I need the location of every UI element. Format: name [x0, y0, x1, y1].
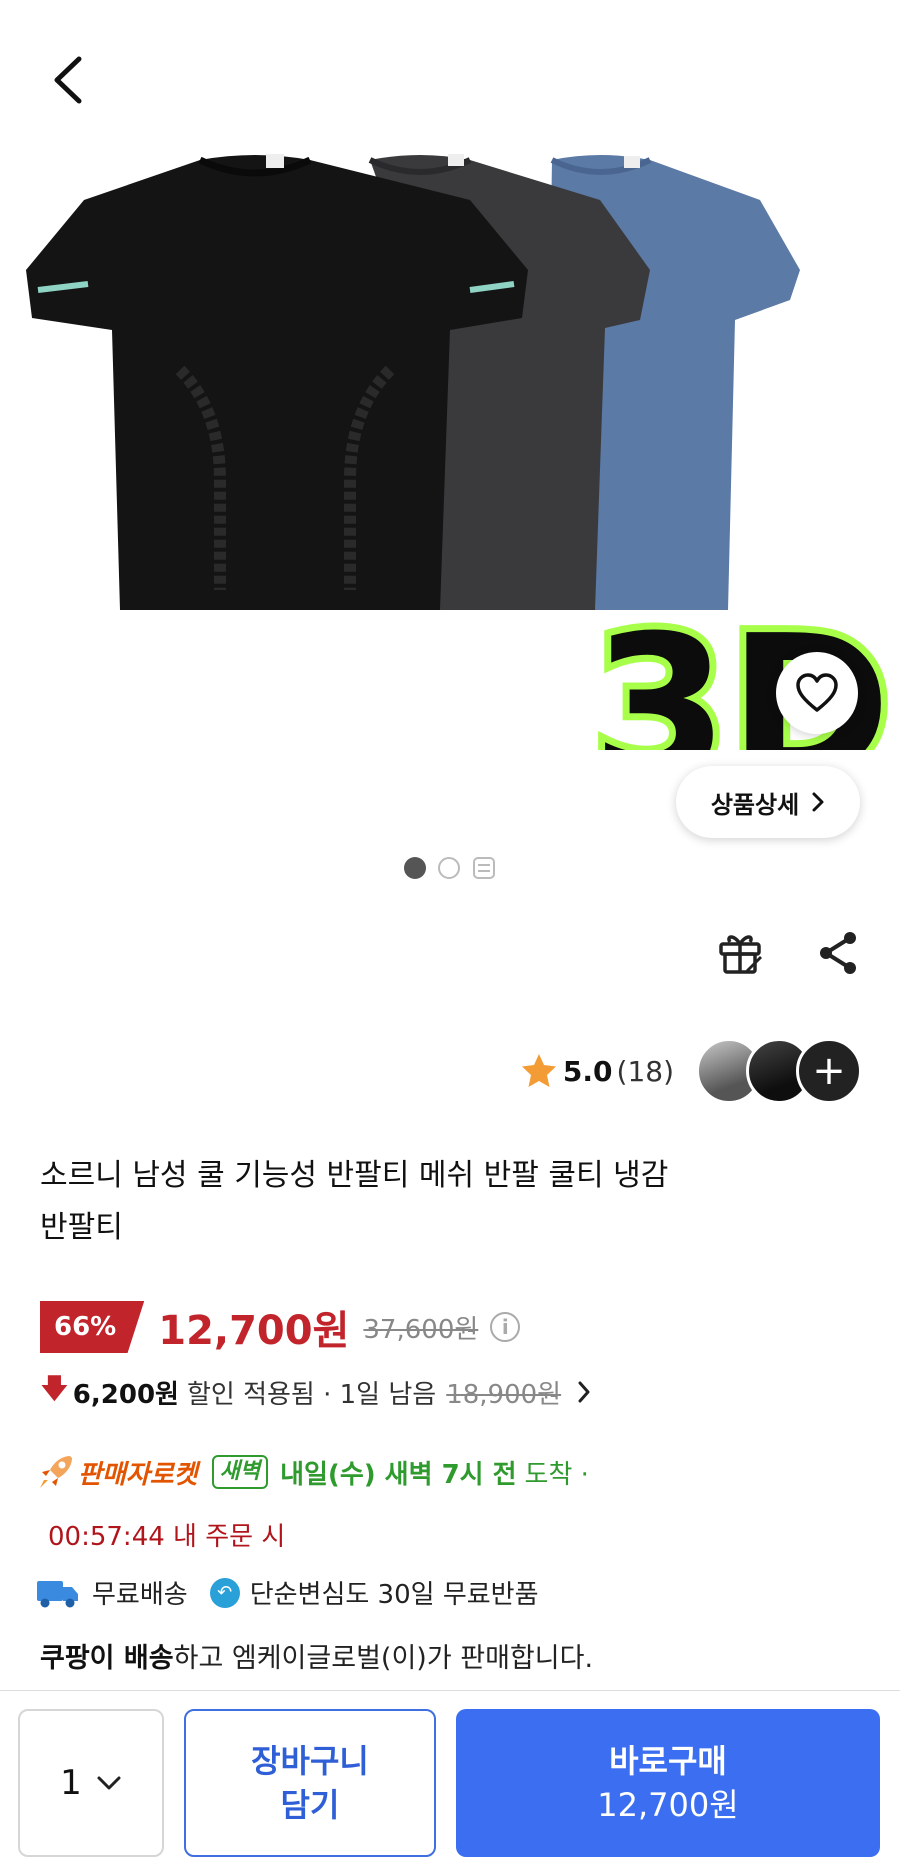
info-icon[interactable]: i [490, 1312, 521, 1342]
price-row: 66% 12,700원 37,600원 i [40, 1298, 521, 1356]
more-photos-button[interactable]: + [796, 1038, 862, 1104]
purchase-bar: 1 장바구니 담기 바로구매 12,700원 [0, 1690, 900, 1874]
add-to-cart-button[interactable]: 장바구니 담기 [184, 1709, 436, 1857]
return-icon: ↶ [209, 1577, 240, 1608]
review-photos[interactable]: + [696, 1038, 862, 1104]
arrow-down-icon: 🡇 [40, 1372, 69, 1405]
dawn-badge: 새벽 [211, 1455, 269, 1489]
gift-icon[interactable] [716, 930, 764, 976]
heart-icon [796, 673, 838, 712]
shipping-info: 무료배송 ↶ 단순변심도 30일 무료반품 [36, 1574, 539, 1611]
extra-discount-text: 할인 적용됨 · 1일 남음 [186, 1379, 437, 1410]
product-title: 소르니 남성 쿨 기능성 반팔티 메쉬 반팔 쿨티 냉감 반팔티 [40, 1150, 860, 1254]
product-detail-label: 상품상세 [710, 790, 800, 819]
grid-icon[interactable] [472, 856, 496, 880]
chevron-left-icon [54, 56, 82, 104]
pre-discount-price: 18,900원 [446, 1379, 562, 1410]
cart-label: 장바구니 [251, 1742, 369, 1780]
buy-label: 바로구매 [609, 1742, 727, 1780]
rocket-label: 판매자로켓 [78, 1459, 198, 1490]
share-icon[interactable] [816, 930, 860, 976]
order-timer: 00:57:44 내 주문 시 [48, 1522, 286, 1552]
gallery-pagination [0, 856, 900, 880]
arrival-suffix: 도착 · [524, 1459, 589, 1490]
delivery-info: 판매자로켓 새벽 내일(수) 새벽 7시 전 도착 · [36, 1452, 589, 1492]
truck-icon [37, 1580, 78, 1607]
page-dot[interactable] [438, 857, 460, 879]
free-shipping: 무료배송 [92, 1580, 188, 1610]
arrival-time: 내일(수) 새벽 7시 전 [280, 1459, 517, 1490]
wishlist-button[interactable] [776, 652, 858, 734]
plus-icon: + [812, 1048, 846, 1094]
chevron-right-icon [578, 1381, 590, 1403]
product-image: 3D 3D [26, 154, 898, 750]
chevron-right-icon [812, 792, 824, 812]
quantity-select[interactable]: 1 [18, 1709, 164, 1857]
return-policy: 단순변심도 30일 무료반품 [249, 1580, 539, 1610]
extra-discount-amount: 6,200원 [72, 1379, 179, 1410]
extra-discount-row[interactable]: 🡇 6,200원 할인 적용됨 · 1일 남음 18,900원 [40, 1368, 591, 1416]
page-dot-active[interactable] [404, 857, 426, 879]
back-button[interactable] [40, 52, 96, 108]
rating-score: 5.0 [562, 1054, 613, 1088]
rating-summary[interactable]: 5.0 (18) + [519, 1038, 862, 1104]
product-actions [716, 930, 860, 976]
rocket-icon [40, 1456, 72, 1488]
quantity-value: 1 [60, 1763, 82, 1803]
seller-text: 하고 엠케이글로벌(이)가 판매합니다. [173, 1643, 594, 1674]
product-detail-button[interactable]: 상품상세 [676, 766, 860, 838]
cart-label: 담기 [280, 1786, 340, 1824]
original-price: 37,600원 [363, 1314, 479, 1345]
star-icon [521, 1054, 556, 1087]
discount-badge: 66% [40, 1301, 145, 1353]
product-gallery[interactable]: 3D 3D 상품상세 [0, 0, 900, 900]
seller-info: 쿠팡이 배송하고 엠케이글로벌(이)가 판매합니다. [40, 1636, 593, 1675]
product-title-line: 반팔티 [40, 1210, 123, 1245]
buy-price: 12,700원 [597, 1786, 739, 1824]
seller-delivery: 쿠팡이 배송 [40, 1643, 174, 1674]
rating-count: (18) [616, 1054, 674, 1088]
product-title-line: 소르니 남성 쿨 기능성 반팔티 메쉬 반팔 쿨티 냉감 [40, 1158, 669, 1193]
sale-price: 12,700원 [158, 1308, 350, 1354]
chevron-down-icon [97, 1776, 121, 1790]
buy-now-button[interactable]: 바로구매 12,700원 [456, 1709, 880, 1857]
